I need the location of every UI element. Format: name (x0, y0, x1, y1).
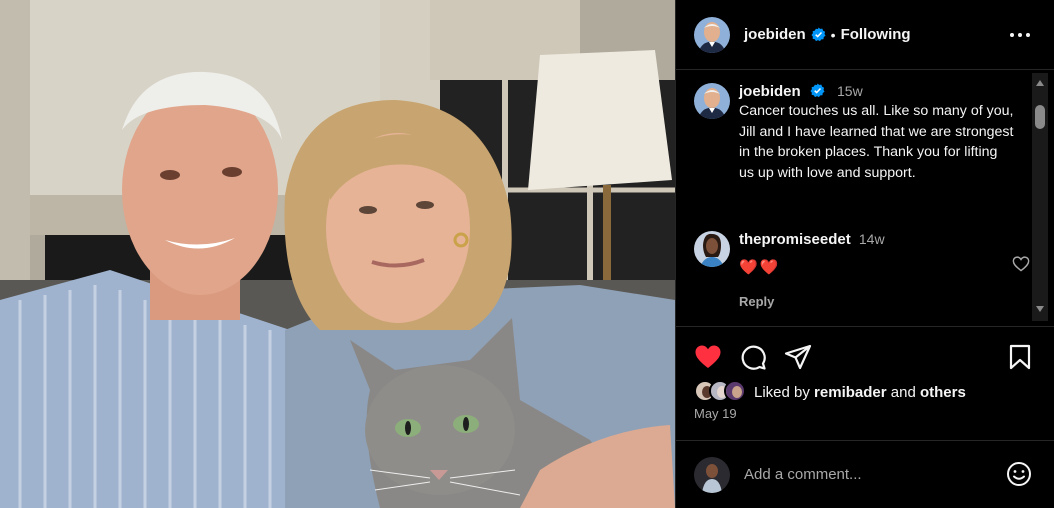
scroll-up-arrow-icon[interactable] (1035, 79, 1045, 87)
comment-composer (676, 440, 1054, 508)
post-header: joebiden • Following (676, 0, 1054, 70)
likes-row: Liked by remibader and others (694, 380, 966, 404)
commenter-username[interactable]: thepromiseedet (739, 231, 851, 248)
bookmark-icon[interactable] (1006, 344, 1034, 370)
commenter-avatar[interactable] (694, 231, 730, 267)
liked-by-conjunction: and (890, 383, 916, 401)
caption-username[interactable]: joebiden (739, 83, 801, 100)
post-caption: joebiden 15w Cancer touches us all. Like… (694, 83, 1015, 183)
verified-badge-icon (810, 83, 825, 98)
author-username[interactable]: joebiden (744, 26, 806, 43)
liked-by-prefix: Liked by (754, 383, 810, 401)
post-actions (676, 328, 1054, 386)
reply-button[interactable]: Reply (739, 294, 885, 309)
author-avatar[interactable] (694, 16, 730, 53)
current-user-avatar (694, 456, 730, 493)
liker-avatars[interactable] (694, 380, 748, 404)
caption-avatar[interactable] (694, 83, 730, 119)
comment-timestamp[interactable]: 14w (859, 231, 885, 247)
comment-item: thepromiseedet 14w ❤️❤️ Reply (694, 231, 1034, 309)
comments-scrollbar[interactable] (1032, 73, 1048, 321)
caption-timestamp[interactable]: 15w (837, 83, 863, 99)
liked-by-user[interactable]: remibader (814, 384, 887, 401)
caption-text: Cancer touches us all. Like so many of y… (739, 103, 1014, 181)
comment-icon[interactable] (739, 344, 767, 370)
liker-avatar[interactable] (724, 380, 746, 402)
scroll-down-arrow-icon[interactable] (1035, 305, 1045, 313)
emoji-icon[interactable] (1006, 461, 1032, 487)
comment-like-icon[interactable] (1012, 256, 1030, 272)
comments-section: joebiden 15w Cancer touches us all. Like… (676, 71, 1054, 327)
share-icon[interactable] (784, 344, 812, 370)
following-button[interactable]: Following (841, 26, 911, 43)
add-comment-input[interactable] (744, 462, 974, 487)
liked-by-text: Liked by remibader and others (754, 384, 966, 401)
scroll-thumb[interactable] (1035, 105, 1045, 129)
post-sidebar: joebiden • Following joebiden 15w Cancer… (675, 0, 1054, 508)
separator-dot: • (830, 26, 836, 43)
post-photo[interactable] (0, 0, 675, 508)
post-image (0, 0, 675, 508)
verified-badge-icon (811, 27, 826, 42)
heart-filled-icon[interactable] (694, 344, 722, 370)
comment-text: ❤️❤️ (739, 259, 781, 276)
more-options-icon[interactable] (1008, 24, 1032, 46)
post-date[interactable]: May 19 (694, 406, 737, 421)
liked-by-others[interactable]: others (920, 384, 966, 401)
